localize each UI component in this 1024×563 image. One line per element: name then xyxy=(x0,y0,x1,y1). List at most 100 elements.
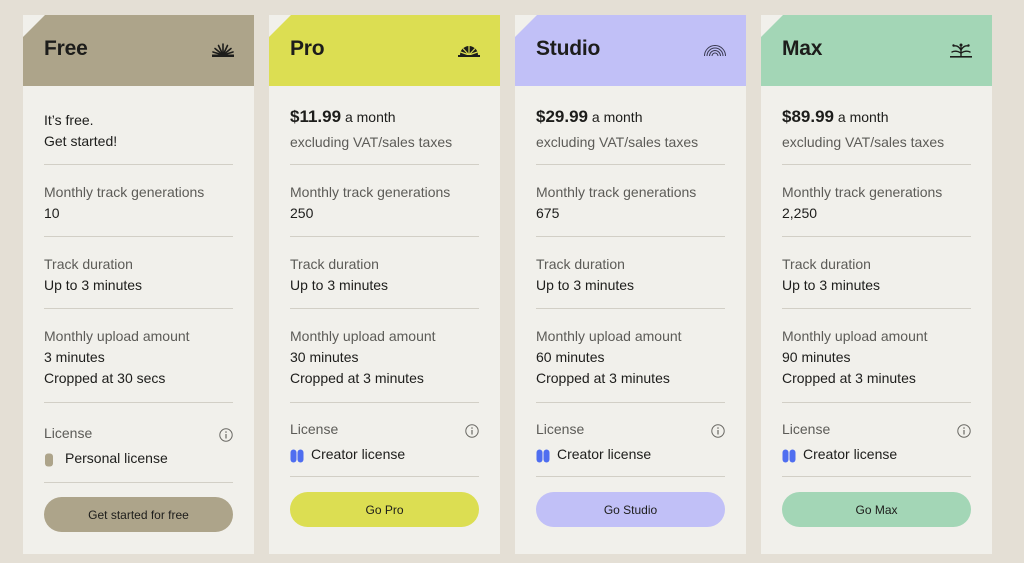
info-icon[interactable] xyxy=(711,424,725,438)
rainbow-icon xyxy=(703,41,727,59)
license-row: Personal license xyxy=(44,448,233,469)
generations-label: Monthly track generations xyxy=(782,184,943,200)
license-row: Creator license xyxy=(290,444,479,465)
generations-value: 10 xyxy=(44,205,60,221)
upload-crop: Cropped at 3 minutes xyxy=(290,370,424,386)
generations-value: 675 xyxy=(536,205,560,221)
price-block: It’s free. Get started! xyxy=(44,86,233,165)
price-amount: $29.99 xyxy=(536,107,588,126)
go-studio-button[interactable]: Go Studio xyxy=(536,492,725,527)
price-note: excluding VAT/sales taxes xyxy=(782,134,945,150)
price-block: $29.99 a month excluding VAT/sales taxes xyxy=(536,86,725,165)
go-max-button[interactable]: Go Max xyxy=(782,492,971,527)
generations-label: Monthly track generations xyxy=(536,184,697,200)
generations-label: Monthly track generations xyxy=(290,184,451,200)
upload-section: Monthly upload amount 60 minutes Cropped… xyxy=(536,309,725,403)
upload-section: Monthly upload amount 30 minutes Cropped… xyxy=(290,309,479,403)
get-started-free-button[interactable]: Get started for free xyxy=(44,497,233,532)
upload-value: 60 minutes xyxy=(536,349,605,365)
upload-section: Monthly upload amount 3 minutes Cropped … xyxy=(44,309,233,403)
duration-value: Up to 3 minutes xyxy=(782,277,881,293)
duration-section: Track duration Up to 3 minutes xyxy=(536,237,725,309)
intro-text: Get started! xyxy=(44,133,118,149)
plan-header-pro: Pro xyxy=(269,15,500,86)
price-block: $89.99 a month excluding VAT/sales taxes xyxy=(782,86,971,165)
license-section: License Creator license xyxy=(290,403,479,477)
personal-license-icon xyxy=(44,452,58,466)
duration-label: Track duration xyxy=(290,256,379,272)
upload-label: Monthly upload amount xyxy=(290,328,436,344)
info-icon[interactable] xyxy=(957,424,971,438)
sunrise-icon xyxy=(457,41,481,59)
license-label: License xyxy=(536,421,585,437)
generations-section: Monthly track generations 250 xyxy=(290,165,479,237)
license-value: Creator license xyxy=(557,446,652,462)
duration-label: Track duration xyxy=(536,256,625,272)
duration-section: Track duration Up to 3 minutes xyxy=(290,237,479,309)
upload-crop: Cropped at 30 secs xyxy=(44,370,166,386)
upload-label: Monthly upload amount xyxy=(536,328,682,344)
intro-text: It’s free. xyxy=(44,112,94,128)
go-pro-button[interactable]: Go Pro xyxy=(290,492,479,527)
pricing-cards: Free It’s free. Get started! Monthly tra… xyxy=(0,0,1024,563)
plan-card-free: Free It’s free. Get started! Monthly tra… xyxy=(23,15,254,554)
info-icon[interactable] xyxy=(219,428,233,442)
price-unit: a month xyxy=(591,109,643,125)
upload-crop: Cropped at 3 minutes xyxy=(536,370,670,386)
upload-label: Monthly upload amount xyxy=(782,328,928,344)
creator-license-icon xyxy=(782,448,796,462)
license-label: License xyxy=(290,421,339,437)
plan-card-studio: Studio $29.99 a month excluding VAT/sale… xyxy=(515,15,746,554)
price-note: excluding VAT/sales taxes xyxy=(536,134,699,150)
creator-license-icon xyxy=(536,448,550,462)
license-value: Personal license xyxy=(65,450,168,466)
duration-label: Track duration xyxy=(782,256,871,272)
license-row: Creator license xyxy=(782,444,971,465)
upload-label: Monthly upload amount xyxy=(44,328,190,344)
price-amount: $89.99 xyxy=(782,107,834,126)
plan-name: Free xyxy=(44,37,88,60)
duration-value: Up to 3 minutes xyxy=(44,277,143,293)
price-amount: $11.99 xyxy=(290,107,342,126)
duration-label: Track duration xyxy=(44,256,133,272)
plan-header-max: Max xyxy=(761,15,992,86)
duration-value: Up to 3 minutes xyxy=(536,277,635,293)
info-icon[interactable] xyxy=(465,424,479,438)
upload-value: 3 minutes xyxy=(44,349,105,365)
license-value: Creator license xyxy=(311,446,406,462)
generations-value: 2,250 xyxy=(782,205,818,221)
upload-section: Monthly upload amount 90 minutes Cropped… xyxy=(782,309,971,403)
plan-name: Studio xyxy=(536,37,601,60)
upload-value: 30 minutes xyxy=(290,349,359,365)
upload-crop: Cropped at 3 minutes xyxy=(782,370,916,386)
creator-license-icon xyxy=(290,448,304,462)
price-unit: a month xyxy=(837,109,889,125)
license-section: License Creator license xyxy=(536,403,725,477)
plan-name: Pro xyxy=(290,37,325,60)
duration-section: Track duration Up to 3 minutes xyxy=(782,237,971,309)
plan-header-free: Free xyxy=(23,15,254,86)
upload-value: 90 minutes xyxy=(782,349,851,365)
fan-sun-icon xyxy=(211,41,235,59)
license-section: License Personal license xyxy=(44,403,233,483)
plan-header-studio: Studio xyxy=(515,15,746,86)
generations-section: Monthly track generations 2,250 xyxy=(782,165,971,237)
price-unit: a month xyxy=(344,109,396,125)
price-block: $11.99 a month excluding VAT/sales taxes xyxy=(290,86,479,165)
generations-section: Monthly track generations 10 xyxy=(44,165,233,237)
duration-section: Track duration Up to 3 minutes xyxy=(44,237,233,309)
plan-card-pro: Pro $11.99 a month excluding VAT/sales t… xyxy=(269,15,500,554)
generations-value: 250 xyxy=(290,205,314,221)
license-label: License xyxy=(782,421,831,437)
generations-label: Monthly track generations xyxy=(44,184,205,200)
duration-value: Up to 3 minutes xyxy=(290,277,389,293)
license-row: Creator license xyxy=(536,444,725,465)
license-label: License xyxy=(44,425,93,441)
generations-section: Monthly track generations 675 xyxy=(536,165,725,237)
plan-name: Max xyxy=(782,37,823,60)
license-value: Creator license xyxy=(803,446,898,462)
price-note: excluding VAT/sales taxes xyxy=(290,134,453,150)
fireworks-icon xyxy=(949,41,973,59)
license-section: License Creator license xyxy=(782,403,971,477)
plan-card-max: Max $89.99 a month excluding VAT/sales t… xyxy=(761,15,992,554)
